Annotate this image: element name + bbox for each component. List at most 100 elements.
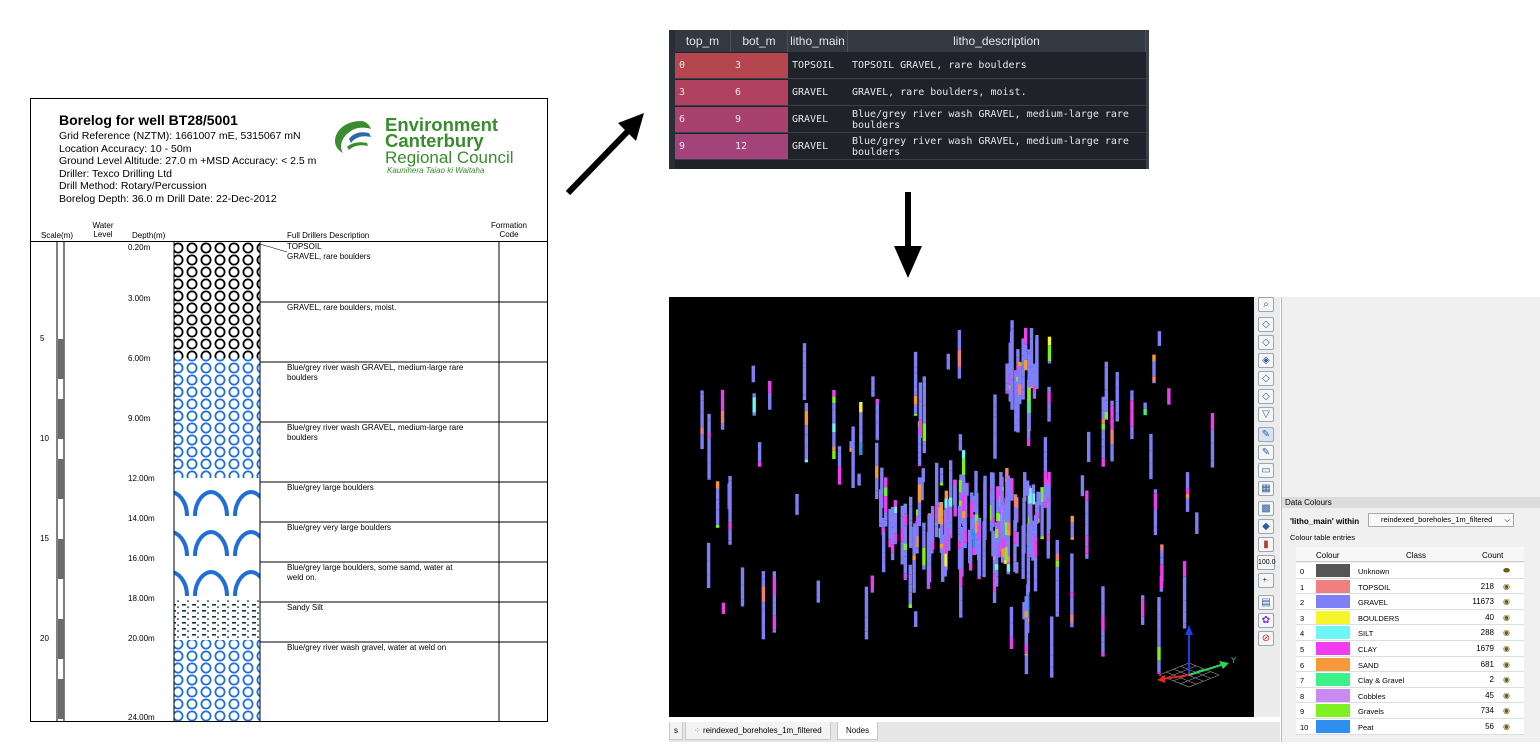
visibility-eye-icon[interactable]: ◉ <box>1503 706 1510 715</box>
pan-icon[interactable]: ◇ <box>1258 335 1274 350</box>
colour-swatch[interactable] <box>1316 595 1350 609</box>
tab-layer[interactable]: ⁘ reindexed_boreholes_1m_filtered <box>685 722 831 740</box>
table-cell[interactable]: GRAVEL, rare boulders, moist. <box>848 80 1146 106</box>
borehole-segment <box>1149 445 1153 451</box>
visibility-eye-icon[interactable]: ◉ <box>1503 582 1510 591</box>
column-header-litho-description[interactable]: litho_description <box>848 30 1146 52</box>
borehole-segment <box>1055 580 1059 595</box>
scale-value[interactable]: 100.0 <box>1257 555 1276 570</box>
visibility-eye-icon[interactable]: ◉ <box>1503 691 1510 700</box>
colour-swatch[interactable] <box>1316 657 1350 671</box>
table-cell[interactable]: GRAVEL <box>788 107 848 133</box>
table-cell[interactable]: TOPSOIL <box>788 53 848 79</box>
visibility-eye-icon[interactable]: ◉ <box>1503 660 1510 669</box>
colour-entry-row[interactable]: 6 SAND 681 ◉ <box>1296 656 1524 673</box>
magnet-icon[interactable]: ⊘ <box>1258 631 1274 646</box>
layer-select[interactable]: reindexed_boreholes_1m_filtered ⌵ <box>1368 513 1514 527</box>
colour-entry-row[interactable]: 5 CLAY 1679 ◉ <box>1296 641 1524 657</box>
table-cell[interactable]: 0 <box>675 53 731 79</box>
column-header-bot-m[interactable]: bot_m <box>731 30 788 52</box>
colour-swatch[interactable] <box>1316 564 1350 577</box>
fly-icon[interactable]: ◇ <box>1258 389 1274 404</box>
table-cell[interactable]: TOPSOIL GRAVEL, rare boulders <box>848 53 1146 79</box>
tab-nodes[interactable]: Nodes <box>837 722 879 740</box>
colour-swatch[interactable] <box>1316 720 1350 733</box>
table-cell[interactable]: Blue/grey river wash GRAVEL, medium-larg… <box>848 134 1146 160</box>
table-cell[interactable]: GRAVEL <box>788 134 848 160</box>
shade-icon[interactable]: ◆ <box>1258 519 1274 534</box>
borehole-segment <box>1032 371 1037 387</box>
colour-entry-row[interactable]: 0 Unknown ⬬ <box>1296 563 1524 579</box>
filter-icon[interactable]: ▽ <box>1258 407 1274 422</box>
tab-previous[interactable]: s <box>669 722 683 740</box>
grid-icon[interactable]: ▦ <box>1258 481 1274 496</box>
borehole-segment <box>1101 423 1105 430</box>
borehole-segment <box>957 349 962 367</box>
table-cell[interactable]: 9 <box>675 134 731 160</box>
colour-swatch[interactable] <box>1316 579 1350 593</box>
borehole-segment <box>715 524 720 528</box>
colour-entry-row[interactable]: 2 GRAVEL 11673 ◉ <box>1296 594 1524 610</box>
table-cell[interactable]: Blue/grey river wash GRAVEL, medium-larg… <box>848 107 1146 133</box>
borehole-segment <box>903 550 907 557</box>
table-cell[interactable]: 6 <box>731 80 788 106</box>
visibility-eye-icon[interactable]: ◉ <box>1503 722 1510 731</box>
column-header-litho-main[interactable]: litho_main <box>788 30 848 52</box>
table-cell[interactable]: GRAVEL <box>788 80 848 106</box>
table-cell[interactable]: 12 <box>731 134 788 160</box>
borehole-segment <box>1018 384 1022 396</box>
visibility-eye-icon[interactable]: ◉ <box>1503 613 1510 622</box>
borehole-segment <box>926 563 931 570</box>
visibility-eye-icon[interactable]: ◉ <box>1503 675 1510 684</box>
colour-entry-row[interactable]: 9 Gravels 734 ◉ <box>1296 703 1524 719</box>
colour-swatch[interactable] <box>1316 673 1350 687</box>
borehole-segment <box>1110 405 1114 419</box>
colour-swatch[interactable] <box>1316 704 1350 718</box>
header-colour: Colour <box>1316 551 1340 560</box>
colour-entry-row[interactable]: 10 Peat 56 ◉ <box>1296 719 1524 735</box>
borehole-segment <box>864 602 869 618</box>
borehole-segment <box>1001 548 1005 557</box>
borehole-segment <box>913 386 918 396</box>
plus-minus-icon[interactable]: +· <box>1258 573 1274 588</box>
borehole-segment <box>1026 546 1031 558</box>
3d-viewport[interactable]: Y <box>669 297 1254 717</box>
borehole-segment <box>1046 497 1050 503</box>
colour-entry-row[interactable]: 3 BOULDERS 40 ◉ <box>1296 609 1524 626</box>
colour-entry-row[interactable]: 8 Cobbles 45 ◉ <box>1296 687 1524 704</box>
colour-entry-row[interactable]: 4 SILT 288 ◉ <box>1296 625 1524 641</box>
visibility-eye-icon[interactable]: ◉ <box>1503 628 1510 637</box>
borehole-segment <box>890 506 895 515</box>
screen-icon[interactable]: ▤ <box>1258 595 1274 610</box>
table-cell[interactable]: 3 <box>675 80 731 106</box>
table-scrollbar[interactable] <box>1146 30 1149 169</box>
borehole-segment <box>1110 444 1114 455</box>
palette-icon[interactable]: ✿ <box>1258 613 1274 628</box>
column-header-top-m[interactable]: top_m <box>675 30 731 52</box>
borehole-segment <box>816 580 820 598</box>
table-cell[interactable]: 6 <box>675 107 731 133</box>
table-cell[interactable]: 3 <box>731 53 788 79</box>
visibility-eye-icon[interactable]: ◉ <box>1503 644 1510 653</box>
rotate-icon[interactable]: ◇ <box>1258 317 1274 332</box>
colour-swatch[interactable] <box>1316 626 1350 640</box>
colour-entry-row[interactable]: 7 Clay & Gravel 2 ◉ <box>1296 672 1524 688</box>
measure-icon[interactable]: ✎ <box>1258 445 1274 460</box>
ruler-icon[interactable]: ▭ <box>1258 463 1274 478</box>
colour-swatch[interactable] <box>1316 642 1350 655</box>
orbit-icon[interactable]: ◇ <box>1258 371 1274 386</box>
borehole-segment <box>1055 566 1059 581</box>
colour-bars-icon[interactable]: ▮ <box>1258 537 1274 552</box>
colour-swatch[interactable] <box>1316 688 1350 702</box>
table-cell[interactable]: 9 <box>731 107 788 133</box>
visibility-eye-icon[interactable]: ◉ <box>1503 597 1510 606</box>
pick-icon[interactable]: ✎ <box>1258 427 1274 442</box>
visibility-eye-icon[interactable]: ⬬ <box>1503 566 1510 576</box>
zoom-icon[interactable]: ⌕ <box>1258 297 1274 312</box>
borehole-segment <box>1070 582 1074 593</box>
center-icon[interactable]: ◈ <box>1258 353 1274 368</box>
image-icon[interactable]: ▩ <box>1258 501 1274 516</box>
colour-entry-row[interactable]: 1 TOPSOIL 218 ◉ <box>1296 578 1524 595</box>
colour-swatch[interactable] <box>1316 610 1350 624</box>
borehole-segment <box>941 581 945 582</box>
